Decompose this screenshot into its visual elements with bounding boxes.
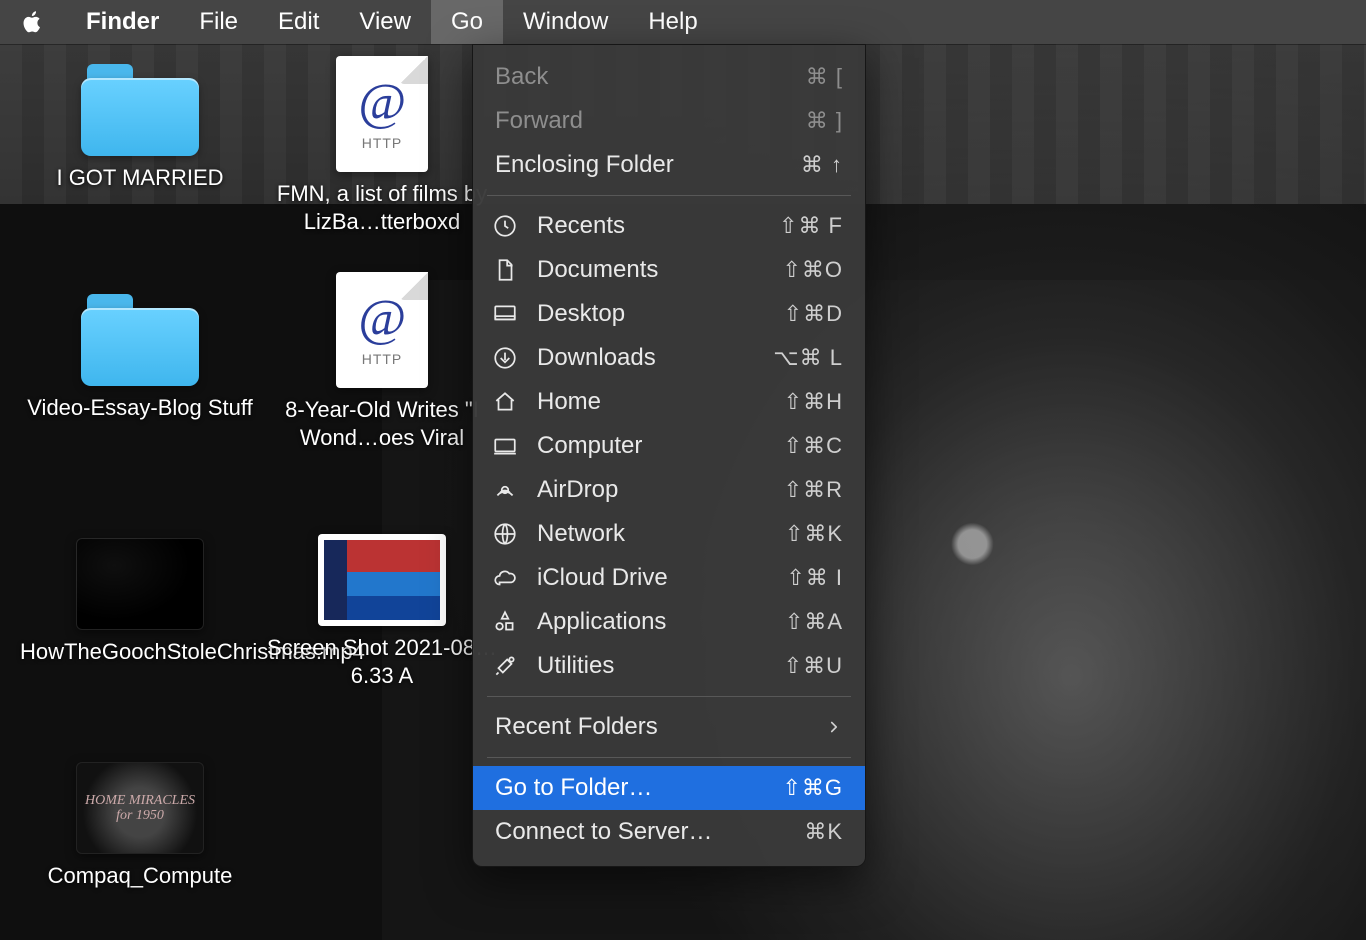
menu-item-utilities[interactable]: Utilities⇧⌘U (473, 644, 865, 688)
network-icon (491, 520, 519, 548)
menu-separator (487, 696, 851, 697)
desktop-icon-screenshot[interactable]: Screen Shot 2021-08…6.33 A (262, 534, 502, 690)
go-menu-dropdown: Back ⌘ [ Forward ⌘ ] Enclosing Folder ⌘ … (472, 44, 866, 867)
webloc-icon: @ HTTP (336, 272, 428, 388)
menu-item-desktop[interactable]: Desktop⇧⌘D (473, 292, 865, 336)
desktop-icon-webloc[interactable]: @ HTTP FMN, a list of films by LizBa…tte… (262, 56, 502, 236)
folder-icon (81, 64, 199, 156)
menu-item-recents[interactable]: Recents⇧⌘ F (473, 204, 865, 248)
menu-item-documents[interactable]: Documents⇧⌘O (473, 248, 865, 292)
desktop-icon-folder[interactable]: Video-Essay-Blog Stuff (20, 294, 260, 422)
menu-item-network[interactable]: Network⇧⌘K (473, 512, 865, 556)
menu-item-computer[interactable]: Computer⇧⌘C (473, 424, 865, 468)
cloud-icon (491, 564, 519, 592)
desktop-icon (491, 300, 519, 328)
apple-menu[interactable] (18, 10, 48, 34)
folder-icon (81, 294, 199, 386)
menubar-item-go[interactable]: Go (431, 0, 503, 44)
menu-item-forward: Forward ⌘ ] (473, 99, 865, 143)
download-icon (491, 344, 519, 372)
desktop-icon-video[interactable]: HOME MIRACLES for 1950 Compaq_Compute (20, 762, 260, 890)
menubar-app-name[interactable]: Finder (66, 0, 179, 44)
desktop-icon-label: Video-Essay-Blog Stuff (27, 394, 252, 422)
apple-logo-icon (21, 10, 45, 34)
webloc-icon: @ HTTP (336, 56, 428, 172)
utilities-icon (491, 652, 519, 680)
desktop-icon-label: I GOT MARRIED (56, 164, 223, 192)
menubar-item-view[interactable]: View (339, 0, 431, 44)
screenshot-thumbnail-icon (318, 534, 446, 626)
menubar-item-help[interactable]: Help (628, 0, 717, 44)
desktop-icon-folder[interactable]: I GOT MARRIED (20, 64, 260, 192)
menubar-item-window[interactable]: Window (503, 0, 628, 44)
menu-item-connect-to-server[interactable]: Connect to Server… ⌘K (473, 810, 865, 854)
menubar-item-file[interactable]: File (179, 0, 258, 44)
applications-icon (491, 608, 519, 636)
desktop-icon-webloc[interactable]: @ HTTP 8-Year-Old Writes "I Wond…oes Vir… (262, 272, 502, 452)
computer-icon (491, 432, 519, 460)
airdrop-icon (491, 476, 519, 504)
desktop-icon-label: HowTheGoochStoleChristmas.mp4 (20, 638, 260, 666)
menu-item-enclosing-folder[interactable]: Enclosing Folder ⌘ ↑ (473, 143, 865, 187)
video-thumbnail-icon: HOME MIRACLES for 1950 (76, 762, 204, 854)
menu-item-airdrop[interactable]: AirDrop⇧⌘R (473, 468, 865, 512)
menu-item-home[interactable]: Home⇧⌘H (473, 380, 865, 424)
desktop-icon-label: Compaq_Compute (48, 862, 233, 890)
desktop-icon-video[interactable]: HowTheGoochStoleChristmas.mp4 (20, 538, 260, 666)
menubar-item-edit[interactable]: Edit (258, 0, 339, 44)
chevron-right-icon (825, 718, 843, 736)
document-icon (491, 256, 519, 284)
menu-item-icloud-drive[interactable]: iCloud Drive⇧⌘ I (473, 556, 865, 600)
menu-separator (487, 195, 851, 196)
menubar: Finder File Edit View Go Window Help (0, 0, 1366, 44)
menu-item-go-to-folder[interactable]: Go to Folder… ⇧⌘G (473, 766, 865, 810)
menu-item-back: Back ⌘ [ (473, 55, 865, 99)
desktop-icon-label: FMN, a list of films by LizBa…tterboxd (262, 180, 502, 236)
menu-separator (487, 757, 851, 758)
menu-item-recent-folders[interactable]: Recent Folders (473, 705, 865, 749)
menu-item-applications[interactable]: Applications⇧⌘A (473, 600, 865, 644)
clock-icon (491, 212, 519, 240)
desktop-icon-label: Screen Shot 2021-08…6.33 A (262, 634, 502, 690)
desktop-icon-label: 8-Year-Old Writes "I Wond…oes Viral (262, 396, 502, 452)
video-thumbnail-icon (76, 538, 204, 630)
home-icon (491, 388, 519, 416)
menu-item-downloads[interactable]: Downloads⌥⌘ L (473, 336, 865, 380)
